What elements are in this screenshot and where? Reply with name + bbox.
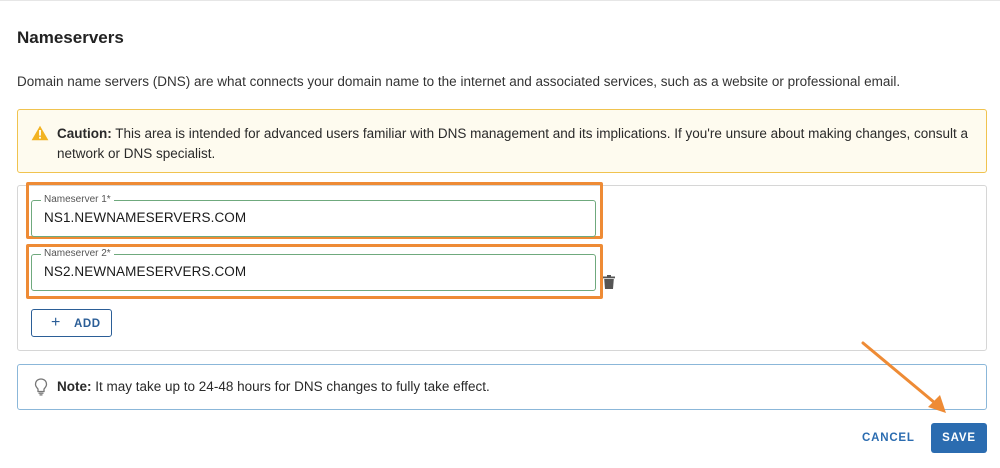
nameserver-2-field[interactable]: Nameserver 2* NS2.NEWNAMESERVERS.COM bbox=[31, 248, 596, 291]
lightbulb-icon bbox=[34, 378, 48, 396]
add-button-label: ADD bbox=[74, 318, 101, 330]
nameserver-2-input[interactable]: NS2.NEWNAMESERVERS.COM bbox=[44, 264, 246, 279]
note-label: Note: bbox=[57, 379, 92, 394]
warning-icon bbox=[31, 125, 49, 141]
nameserver-2-label: Nameserver 2* bbox=[41, 248, 114, 260]
cancel-button[interactable]: CANCEL bbox=[856, 424, 920, 452]
nameserver-1-label: Nameserver 1* bbox=[41, 194, 114, 206]
caution-text: Caution: This area is intended for advan… bbox=[57, 124, 977, 164]
nameserver-1-field[interactable]: Nameserver 1* NS1.NEWNAMESERVERS.COM bbox=[31, 194, 596, 237]
save-button[interactable]: SAVE bbox=[931, 423, 987, 453]
caution-label: Caution: bbox=[57, 126, 112, 141]
section-title: Nameservers bbox=[17, 28, 124, 47]
top-divider bbox=[0, 0, 1000, 1]
add-nameserver-button[interactable]: + ADD bbox=[31, 309, 112, 337]
trash-icon[interactable] bbox=[603, 275, 615, 289]
plus-icon: + bbox=[51, 314, 61, 331]
caution-banner: Caution: This area is intended for advan… bbox=[17, 109, 987, 173]
nameserver-1-input[interactable]: NS1.NEWNAMESERVERS.COM bbox=[44, 210, 246, 225]
note-banner: Note: It may take up to 24-48 hours for … bbox=[17, 364, 987, 410]
note-message: It may take up to 24-48 hours for DNS ch… bbox=[91, 379, 490, 394]
section-description: Domain name servers (DNS) are what conne… bbox=[17, 74, 901, 89]
caution-message: This area is intended for advanced users… bbox=[57, 126, 969, 161]
note-text: Note: It may take up to 24-48 hours for … bbox=[57, 379, 490, 394]
